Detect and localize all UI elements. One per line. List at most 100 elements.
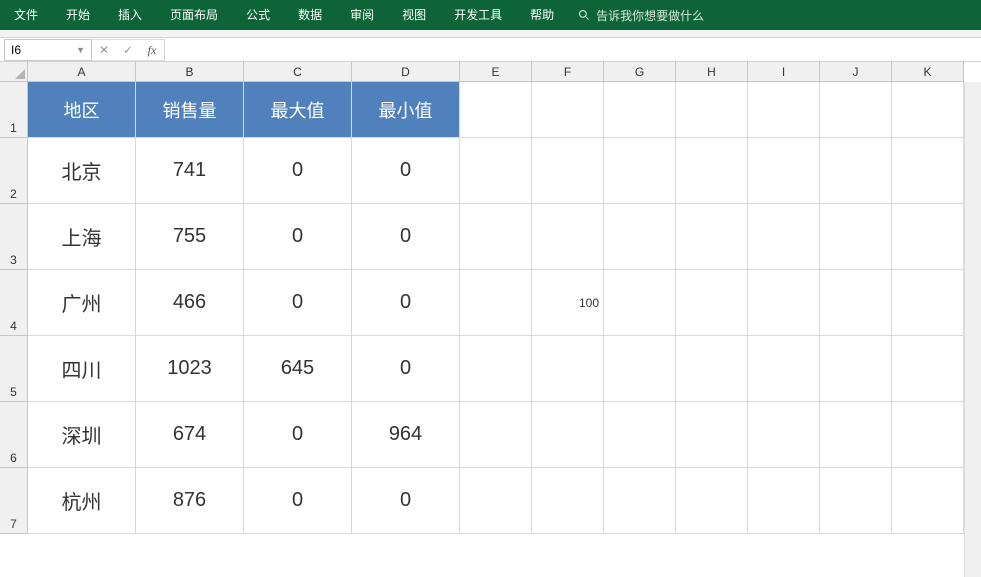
cell-K3[interactable]	[892, 204, 964, 270]
cell-F1[interactable]	[532, 82, 604, 138]
cell-F7[interactable]	[532, 468, 604, 534]
cell-G3[interactable]	[604, 204, 676, 270]
cell-H4[interactable]	[676, 270, 748, 336]
cell-C1[interactable]: 最大值	[244, 82, 352, 138]
cell-E3[interactable]	[460, 204, 532, 270]
cell-G1[interactable]	[604, 82, 676, 138]
cell-K5[interactable]	[892, 336, 964, 402]
cell-J5[interactable]	[820, 336, 892, 402]
cell-D3[interactable]: 0	[352, 204, 460, 270]
column-header-E[interactable]: E	[460, 62, 532, 82]
vertical-scrollbar[interactable]	[964, 82, 981, 577]
cell-H6[interactable]	[676, 402, 748, 468]
cell-I6[interactable]	[748, 402, 820, 468]
cell-H7[interactable]	[676, 468, 748, 534]
cell-C4[interactable]: 0	[244, 270, 352, 336]
cell-I3[interactable]	[748, 204, 820, 270]
cell-G5[interactable]	[604, 336, 676, 402]
cell-D7[interactable]: 0	[352, 468, 460, 534]
cell-A6[interactable]: 深圳	[28, 402, 136, 468]
cell-I2[interactable]	[748, 138, 820, 204]
cell-E5[interactable]	[460, 336, 532, 402]
cell-A2[interactable]: 北京	[28, 138, 136, 204]
tab-review[interactable]: 审阅	[336, 0, 388, 30]
cell-B2[interactable]: 741	[136, 138, 244, 204]
tab-developer[interactable]: 开发工具	[440, 0, 516, 30]
column-header-B[interactable]: B	[136, 62, 244, 82]
cell-I7[interactable]	[748, 468, 820, 534]
tab-view[interactable]: 视图	[388, 0, 440, 30]
spreadsheet-grid[interactable]: ABCDEFGHIJK 1234567 地区销售量最大值最小值北京74100上海…	[0, 62, 981, 577]
cell-I4[interactable]	[748, 270, 820, 336]
formula-bar-input[interactable]	[165, 38, 981, 60]
formula-cancel-button[interactable]: ✕	[92, 40, 116, 60]
cell-C5[interactable]: 645	[244, 336, 352, 402]
cell-B4[interactable]: 466	[136, 270, 244, 336]
row-header-2[interactable]: 2	[0, 138, 28, 204]
column-header-D[interactable]: D	[352, 62, 460, 82]
row-header-7[interactable]: 7	[0, 468, 28, 534]
cell-D5[interactable]: 0	[352, 336, 460, 402]
cell-B1[interactable]: 销售量	[136, 82, 244, 138]
row-header-4[interactable]: 4	[0, 270, 28, 336]
column-header-G[interactable]: G	[604, 62, 676, 82]
cell-E2[interactable]	[460, 138, 532, 204]
tab-formulas[interactable]: 公式	[232, 0, 284, 30]
cell-G2[interactable]	[604, 138, 676, 204]
cell-B6[interactable]: 674	[136, 402, 244, 468]
column-header-I[interactable]: I	[748, 62, 820, 82]
cell-J7[interactable]	[820, 468, 892, 534]
row-header-6[interactable]: 6	[0, 402, 28, 468]
cell-A4[interactable]: 广州	[28, 270, 136, 336]
cell-B7[interactable]: 876	[136, 468, 244, 534]
tab-data[interactable]: 数据	[284, 0, 336, 30]
cell-D2[interactable]: 0	[352, 138, 460, 204]
cell-J4[interactable]	[820, 270, 892, 336]
column-header-J[interactable]: J	[820, 62, 892, 82]
column-header-A[interactable]: A	[28, 62, 136, 82]
cell-B3[interactable]: 755	[136, 204, 244, 270]
cell-F2[interactable]	[532, 138, 604, 204]
cell-E7[interactable]	[460, 468, 532, 534]
cell-B5[interactable]: 1023	[136, 336, 244, 402]
column-header-H[interactable]: H	[676, 62, 748, 82]
cell-H3[interactable]	[676, 204, 748, 270]
cell-C3[interactable]: 0	[244, 204, 352, 270]
cell-D6[interactable]: 964	[352, 402, 460, 468]
cells-area[interactable]: 地区销售量最大值最小值北京74100上海75500广州46600100四川102…	[28, 82, 964, 534]
column-header-C[interactable]: C	[244, 62, 352, 82]
select-all-corner[interactable]	[0, 62, 28, 82]
cell-F3[interactable]	[532, 204, 604, 270]
column-header-K[interactable]: K	[892, 62, 964, 82]
insert-function-button[interactable]: fx	[140, 40, 164, 60]
cell-J2[interactable]	[820, 138, 892, 204]
cell-A7[interactable]: 杭州	[28, 468, 136, 534]
cell-J1[interactable]	[820, 82, 892, 138]
cell-F6[interactable]	[532, 402, 604, 468]
cell-D1[interactable]: 最小值	[352, 82, 460, 138]
cell-C2[interactable]: 0	[244, 138, 352, 204]
tab-home[interactable]: 开始	[52, 0, 104, 30]
cell-H2[interactable]	[676, 138, 748, 204]
cell-G6[interactable]	[604, 402, 676, 468]
row-header-1[interactable]: 1	[0, 82, 28, 138]
tab-help[interactable]: 帮助	[516, 0, 568, 30]
tab-file[interactable]: 文件	[0, 0, 52, 30]
column-header-F[interactable]: F	[532, 62, 604, 82]
cell-I1[interactable]	[748, 82, 820, 138]
cell-A3[interactable]: 上海	[28, 204, 136, 270]
cell-C6[interactable]: 0	[244, 402, 352, 468]
cell-K7[interactable]	[892, 468, 964, 534]
tab-page-layout[interactable]: 页面布局	[156, 0, 232, 30]
cell-G4[interactable]	[604, 270, 676, 336]
row-header-5[interactable]: 5	[0, 336, 28, 402]
cell-F5[interactable]	[532, 336, 604, 402]
cell-A1[interactable]: 地区	[28, 82, 136, 138]
tell-me-search[interactable]: 告诉我你想要做什么	[568, 7, 714, 24]
row-header-3[interactable]: 3	[0, 204, 28, 270]
cell-I5[interactable]	[748, 336, 820, 402]
cell-H1[interactable]	[676, 82, 748, 138]
cell-E6[interactable]	[460, 402, 532, 468]
cell-K2[interactable]	[892, 138, 964, 204]
cell-K6[interactable]	[892, 402, 964, 468]
